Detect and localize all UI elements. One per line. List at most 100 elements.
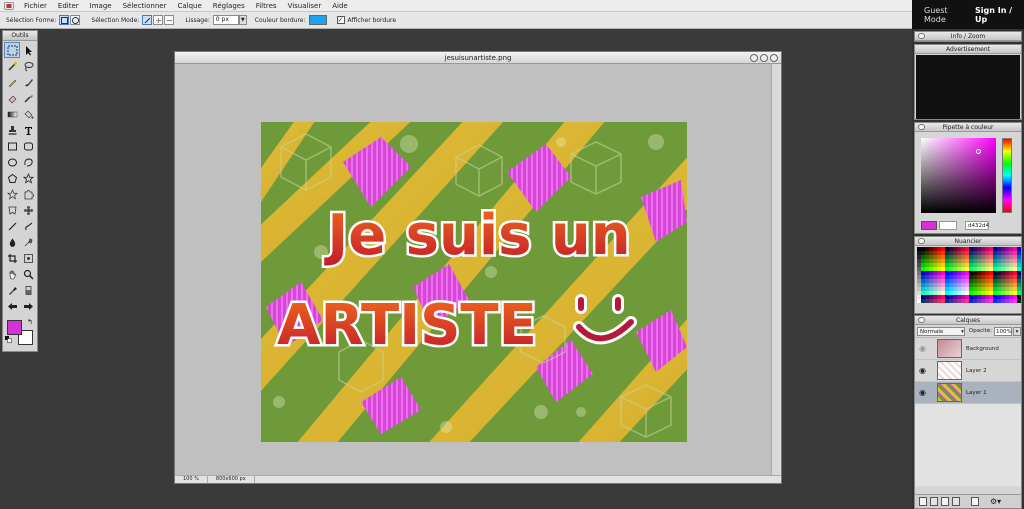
document-titlebar[interactable]: jesuisunartiste.png	[175, 52, 781, 64]
opacity-input[interactable]: 100%	[994, 326, 1013, 336]
marquee-icon[interactable]	[4, 42, 20, 58]
app-logo-icon[interactable]	[4, 1, 14, 10]
layer-mask-icon[interactable]	[971, 497, 979, 506]
layer-visibility-icon[interactable]: ◉	[919, 388, 931, 397]
layer-row-background[interactable]: ◉ Background	[915, 338, 1021, 360]
crop-icon[interactable]	[4, 250, 20, 266]
eyedropper-icon[interactable]	[4, 282, 20, 298]
rect-shape-icon[interactable]	[59, 15, 70, 25]
layer-settings-gear-icon[interactable]: ⚙▾	[990, 497, 1001, 506]
flower-icon[interactable]	[20, 202, 36, 218]
badge-icon[interactable]	[4, 202, 20, 218]
shape-star5-icon[interactable]	[4, 186, 20, 202]
merge-layer-icon[interactable]	[952, 497, 960, 506]
vertical-scrollbar[interactable]	[771, 64, 781, 476]
hand-icon[interactable]	[4, 266, 20, 282]
brush-icon[interactable]	[20, 74, 36, 90]
border-color-swatch[interactable]	[308, 15, 327, 25]
menu-visualiser[interactable]: Visualiser	[288, 2, 322, 10]
swatch-grid[interactable]	[915, 246, 1021, 304]
drop-icon[interactable]	[4, 234, 20, 250]
rectangle-icon[interactable]	[4, 138, 20, 154]
close-icon[interactable]	[770, 54, 778, 62]
mode-subtract-icon[interactable]	[164, 15, 175, 25]
gradient-icon[interactable]	[4, 106, 20, 122]
paint-bucket-icon[interactable]	[20, 106, 36, 122]
red-eye-icon[interactable]	[20, 250, 36, 266]
mode-new-icon[interactable]	[142, 15, 153, 25]
layers-title[interactable]: Calques	[915, 316, 1021, 325]
line-icon[interactable]	[4, 218, 20, 234]
rounded-rect-icon[interactable]	[20, 138, 36, 154]
layer-row-layer1[interactable]: ◉ Layer 1	[915, 382, 1021, 404]
info-zoom-title[interactable]: Info / Zoom	[915, 32, 1021, 41]
eraser-icon[interactable]	[4, 90, 20, 106]
dodge-burn-icon[interactable]	[20, 234, 36, 250]
old-color-swatch[interactable]	[939, 221, 957, 230]
pencil-icon[interactable]	[4, 74, 20, 90]
lasso-icon[interactable]	[20, 58, 36, 74]
new-layer-icon[interactable]	[941, 497, 949, 506]
reset-colors-icon[interactable]	[5, 336, 12, 343]
polygon-icon[interactable]	[4, 170, 20, 186]
opacity-dropdown-icon[interactable]: ▾	[1013, 326, 1021, 336]
new-color-swatch[interactable]	[921, 221, 937, 230]
lissage-input[interactable]: 0 px	[212, 15, 239, 25]
puzzle-icon[interactable]	[20, 186, 36, 202]
collapse-icon[interactable]	[918, 238, 925, 244]
layer-properties-icon[interactable]	[919, 497, 927, 506]
gauge-icon[interactable]	[20, 282, 36, 298]
lasso-wand-icon[interactable]	[4, 58, 20, 74]
advertisement-area[interactable]	[916, 55, 1020, 119]
canvas-area[interactable]: Je suis un ARTISTE	[175, 64, 771, 476]
image-size: 800x600 px	[208, 476, 255, 483]
stamp-icon[interactable]	[4, 122, 20, 138]
text-icon[interactable]	[20, 122, 36, 138]
hue-slider[interactable]	[1002, 138, 1012, 213]
swatches-title[interactable]: Nuancier	[915, 237, 1021, 246]
delete-layer-icon[interactable]	[930, 497, 938, 506]
redo-arrow-icon[interactable]	[20, 298, 36, 314]
menu-reglages[interactable]: Réglages	[213, 2, 245, 10]
collapse-icon[interactable]	[918, 317, 925, 323]
color-cursor	[976, 149, 981, 154]
afficher-bordure-checkbox[interactable]: ✓	[336, 16, 345, 24]
mode-add-icon[interactable]	[153, 15, 164, 25]
menu-fichier[interactable]: Fichier	[24, 2, 47, 10]
blend-mode-select[interactable]: Normale ▾	[917, 326, 965, 336]
layers-empty-area[interactable]	[915, 404, 1021, 486]
menu-editer[interactable]: Editer	[58, 2, 79, 10]
menu-aide[interactable]: Aide	[332, 2, 347, 10]
menu-filtres[interactable]: Filtres	[256, 2, 277, 10]
minimize-icon[interactable]	[750, 54, 758, 62]
collapse-icon[interactable]	[918, 33, 925, 39]
collapse-icon[interactable]	[918, 124, 925, 130]
smudge-icon[interactable]	[20, 218, 36, 234]
layer-row-layer2[interactable]: ◉ Layer 2	[915, 360, 1021, 382]
menu-selectionner[interactable]: Sélectionner	[123, 2, 167, 10]
zoom-level[interactable]: 100 %	[175, 476, 208, 483]
menu-image[interactable]: Image	[90, 2, 112, 10]
zoom-icon[interactable]	[20, 266, 36, 282]
swatch-cell[interactable]	[1017, 299, 1021, 303]
hex-input[interactable]: d432d4	[965, 221, 989, 230]
color-replace-icon[interactable]	[20, 90, 36, 106]
artwork-canvas[interactable]: Je suis un ARTISTE	[261, 122, 687, 442]
move-icon[interactable]	[20, 42, 36, 58]
sign-in-link[interactable]: Sign In / Up	[975, 6, 1024, 24]
foreground-color-swatch[interactable]	[7, 320, 22, 335]
lissage-dropdown-icon[interactable]: ▼	[238, 15, 247, 25]
ellipse-icon[interactable]	[4, 154, 20, 170]
swap-colors-icon[interactable]: ↰	[27, 318, 33, 326]
layer-visibility-icon[interactable]: ◉	[919, 366, 931, 375]
info-zoom-label: Info / Zoom	[950, 33, 986, 40]
color-picker-title[interactable]: Pipette à couleur	[915, 123, 1021, 132]
freeform-icon[interactable]	[20, 154, 36, 170]
saturation-field[interactable]	[921, 138, 996, 213]
undo-arrow-icon[interactable]	[4, 298, 20, 314]
menu-calque[interactable]: Calque	[177, 2, 201, 10]
ellipse-shape-icon[interactable]	[70, 15, 81, 25]
layer-visibility-icon[interactable]: ◉	[919, 344, 931, 353]
maximize-icon[interactable]	[760, 54, 768, 62]
star-icon[interactable]	[20, 170, 36, 186]
